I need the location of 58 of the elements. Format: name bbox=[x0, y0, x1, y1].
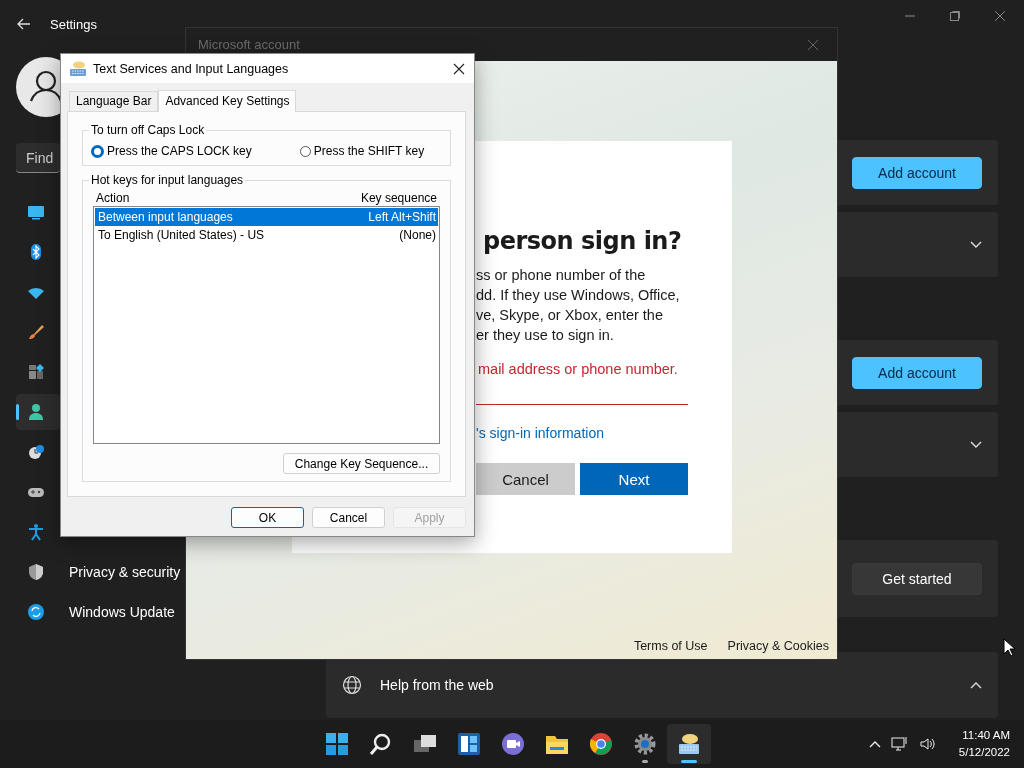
chevron-down-icon[interactable] bbox=[970, 440, 982, 449]
column-header: Key sequence bbox=[360, 190, 437, 205]
tab[interactable]: Language Bar bbox=[69, 91, 159, 111]
window-title: Microsoft account bbox=[198, 37, 300, 52]
sign-in-link[interactable]: 's sign-in information bbox=[476, 425, 604, 441]
chevron-down-icon[interactable] bbox=[970, 240, 982, 249]
keyboard-icon bbox=[69, 60, 87, 77]
clock-time[interactable]: 11:40 AM bbox=[962, 727, 1010, 744]
person-icon bbox=[27, 403, 45, 421]
cancel-button[interactable]: Cancel bbox=[476, 463, 575, 495]
accessibility-icon bbox=[27, 523, 45, 541]
card-heading: person sign in? bbox=[483, 227, 682, 255]
card-label: Help from the web bbox=[380, 677, 494, 693]
dialog-title: Text Services and Input Languages bbox=[93, 61, 289, 76]
display-icon bbox=[27, 203, 45, 221]
dialog-button[interactable]: OK bbox=[231, 507, 304, 528]
footer-link[interactable]: Terms of Use bbox=[633, 639, 708, 653]
close-icon[interactable] bbox=[453, 62, 465, 75]
chevron-up-icon[interactable] bbox=[868, 740, 881, 748]
brush-icon bbox=[27, 323, 45, 341]
column-header: Action bbox=[96, 190, 130, 205]
keyboard-icon[interactable] bbox=[667, 724, 711, 764]
back-icon[interactable] bbox=[17, 18, 31, 30]
clock-date[interactable]: 5/12/2022 bbox=[958, 744, 1010, 761]
shield-icon bbox=[27, 563, 45, 581]
chevron-up-icon[interactable] bbox=[970, 681, 982, 689]
card-button[interactable]: Add account bbox=[852, 356, 982, 389]
change-key-sequence-button[interactable]: Change Key Sequence... bbox=[283, 453, 440, 474]
search-field[interactable]: Find bbox=[16, 143, 60, 173]
body-text: ve, Skype, or Xbox, enter the bbox=[476, 306, 664, 325]
network-icon[interactable] bbox=[890, 736, 909, 752]
volume-icon[interactable] bbox=[918, 736, 937, 752]
group-title: Hot keys for input languages bbox=[89, 173, 246, 187]
window-title: Settings bbox=[50, 16, 97, 32]
maximize-icon[interactable] bbox=[949, 10, 961, 22]
list-row[interactable]: Between input languages Left Alt+Shift bbox=[95, 208, 438, 226]
dialog-button[interactable]: Cancel bbox=[312, 507, 385, 528]
footer-link[interactable]: Privacy & Cookies bbox=[727, 639, 829, 653]
body-text: er they use to sign in. bbox=[476, 326, 615, 345]
next-button[interactable]: Next bbox=[580, 463, 688, 495]
nav-item[interactable] bbox=[16, 394, 60, 430]
radio-icon[interactable] bbox=[91, 144, 104, 158]
group-title: To turn off Caps Lock bbox=[89, 123, 207, 137]
body-text: ss or phone number of the bbox=[476, 266, 647, 285]
apps-icon bbox=[27, 363, 45, 381]
cursor-icon bbox=[1003, 638, 1015, 657]
nav-item[interactable]: Windows Update bbox=[16, 594, 183, 630]
globe-icon bbox=[342, 675, 362, 695]
error-message: mail address or phone number. bbox=[478, 361, 678, 377]
tab[interactable]: Advanced Key Settings bbox=[158, 90, 297, 112]
update-icon bbox=[27, 603, 45, 621]
body-text: dd. If they use Windows, Office, bbox=[476, 286, 680, 305]
nav-item[interactable]: Privacy & security bbox=[16, 554, 189, 590]
card-button[interactable]: Add account bbox=[852, 156, 982, 189]
radio-icon[interactable] bbox=[299, 145, 311, 157]
list-row[interactable]: To English (United States) - US (None) bbox=[95, 226, 438, 244]
clock-icon bbox=[27, 443, 45, 461]
card-button[interactable]: Get started bbox=[852, 562, 982, 595]
